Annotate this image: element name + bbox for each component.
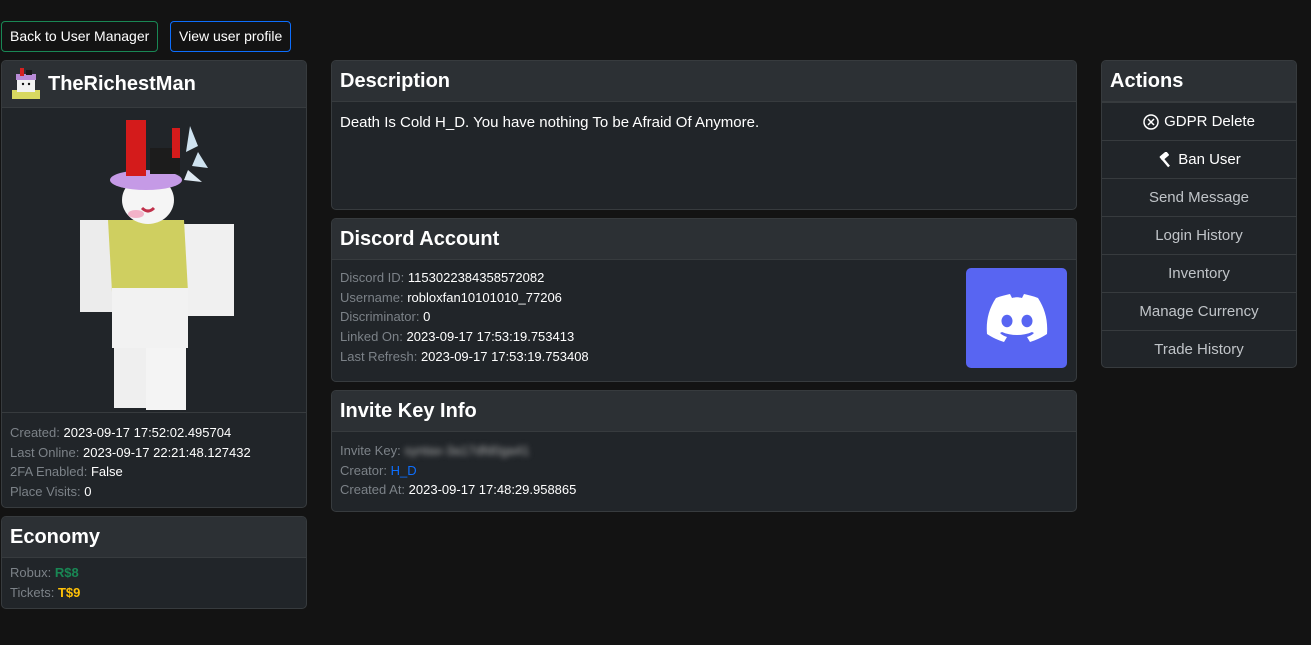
profile-header: TheRichestMan	[2, 61, 306, 108]
discord-username-label: Username:	[340, 289, 404, 305]
invite-key-card: Invite Key Info Invite Key: syntax-3a17d…	[331, 390, 1077, 512]
actions-card: Actions GDPR Delete Ban User Send Messag…	[1101, 60, 1297, 368]
economy-card: Economy Robux: R$8 Tickets: T$9	[1, 516, 307, 609]
invite-created-value: 2023-09-17 17:48:29.958865	[408, 482, 577, 498]
description-text: Death Is Cold H_D. You have nothing To b…	[340, 114, 760, 131]
discord-card: Discord Account Discord ID: 115302238435…	[331, 218, 1077, 382]
profile-username: TheRichestMan	[48, 72, 196, 95]
last-online-value: 2023-09-17 22:21:48.127432	[83, 444, 251, 460]
place-visits-label: Place Visits:	[10, 484, 81, 500]
avatar-image	[2, 108, 306, 413]
created-label: Created:	[10, 425, 60, 440]
robux-label: Robux:	[10, 565, 52, 580]
creator-link[interactable]: H_D	[391, 463, 417, 478]
ban-user-label: Ban User	[1178, 151, 1241, 168]
discriminator-value: 0	[423, 309, 431, 325]
linked-on-label: Linked On:	[340, 329, 403, 345]
economy-title: Economy	[2, 517, 306, 558]
gdpr-delete-label: GDPR Delete	[1164, 113, 1255, 130]
profile-card: TheRichestMan Created: 2023-09-17 17:52:…	[1, 60, 307, 508]
invite-title: Invite Key Info	[332, 391, 1076, 432]
discord-id-label: Discord ID:	[340, 270, 405, 285]
login-history-button[interactable]: Login History	[1102, 216, 1296, 254]
invite-key-value: syntax-3a17dfd0ga41	[404, 443, 530, 458]
last-refresh-label: Last Refresh:	[340, 348, 418, 364]
twofa-value: False	[90, 464, 123, 480]
twofa-label: 2FA Enabled:	[10, 464, 88, 480]
last-refresh-value: 2023-09-17 17:53:19.753408	[420, 348, 589, 364]
place-visits-value: 0	[84, 484, 92, 500]
tickets-value: T$9	[57, 584, 81, 600]
profile-info: Created: 2023-09-17 17:52:02.495704 Last…	[2, 413, 306, 507]
invite-key-label: Invite Key:	[340, 443, 401, 458]
invite-created-label: Created At:	[340, 482, 406, 498]
avatar-headshot	[10, 68, 42, 100]
robux-value: R$8	[54, 565, 79, 580]
tickets-label: Tickets:	[10, 584, 55, 600]
description-card: Description Death Is Cold H_D. You have …	[331, 60, 1077, 210]
inventory-button[interactable]: Inventory	[1102, 254, 1296, 292]
discord-logo-icon	[966, 268, 1067, 368]
description-title: Description	[332, 61, 1076, 102]
discord-body: Discord ID: 1153022384358572082 Username…	[332, 260, 1076, 375]
discord-title: Discord Account	[332, 219, 1076, 260]
actions-title: Actions	[1102, 61, 1296, 102]
back-to-user-manager-button[interactable]: Back to User Manager	[1, 21, 159, 52]
created-value: 2023-09-17 17:52:02.495704	[63, 425, 232, 440]
view-user-profile-button[interactable]: View user profile	[170, 21, 292, 52]
ban-user-button[interactable]: Ban User	[1102, 140, 1296, 178]
last-online-label: Last Online:	[10, 444, 80, 460]
trade-history-button[interactable]: Trade History	[1102, 330, 1296, 367]
invite-body: Invite Key: syntax-3a17dfd0ga41 Creator:…	[332, 432, 1076, 509]
creator-label: Creator:	[340, 462, 387, 478]
manage-currency-button[interactable]: Manage Currency	[1102, 292, 1296, 330]
economy-body: Robux: R$8 Tickets: T$9	[2, 558, 306, 607]
x-circle-icon	[1143, 113, 1159, 130]
send-message-button[interactable]: Send Message	[1102, 178, 1296, 216]
hammer-icon	[1157, 151, 1173, 168]
discord-id-value: 1153022384358572082	[407, 270, 545, 285]
linked-on-value: 2023-09-17 17:53:19.753413	[406, 329, 575, 345]
gdpr-delete-button[interactable]: GDPR Delete	[1102, 102, 1296, 140]
discord-username-value: robloxfan10101010_77206	[407, 289, 562, 305]
discriminator-label: Discriminator:	[340, 309, 420, 325]
